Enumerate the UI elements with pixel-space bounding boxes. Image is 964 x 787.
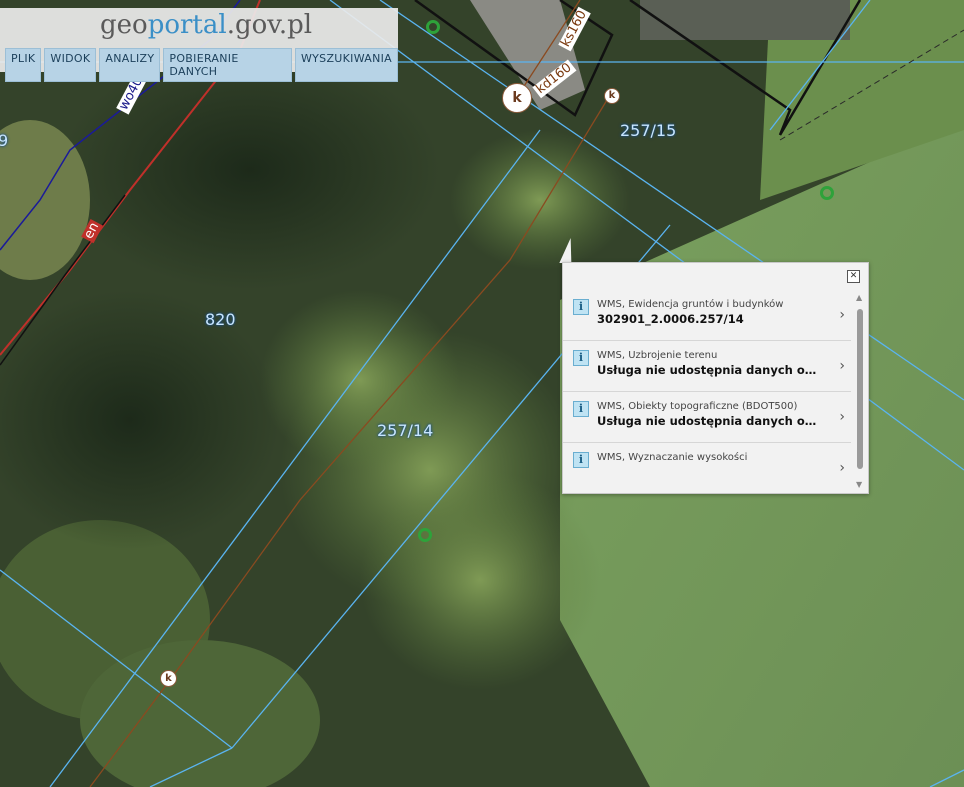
parcel-label: 257/15 bbox=[620, 121, 677, 140]
menu-pobieranie-danych[interactable]: POBIERANIE DANYCH bbox=[163, 48, 292, 82]
info-icon: i bbox=[573, 299, 589, 315]
menu-analizy[interactable]: ANALIZY bbox=[99, 48, 161, 82]
parcel-label: 820 bbox=[205, 310, 236, 329]
k-marker: k bbox=[604, 88, 620, 104]
k-marker: k bbox=[502, 83, 532, 113]
scroll-down-icon[interactable]: ▼ bbox=[856, 480, 862, 489]
tree-canopy bbox=[260, 290, 460, 470]
result-source: WMS, Obiekty topograficzne (BDOT500) bbox=[597, 401, 798, 412]
result-item[interactable]: i WMS, Obiekty topograficzne (BDOT500) U… bbox=[563, 392, 851, 443]
chevron-right-icon[interactable]: › bbox=[839, 409, 845, 425]
feature-info-popup: ✕ i WMS, Ewidencja gruntów i budynków 30… bbox=[562, 262, 869, 494]
tree-canopy bbox=[360, 470, 600, 690]
result-item[interactable]: i WMS, Wyznaczanie wysokości › bbox=[563, 443, 851, 493]
result-source: WMS, Uzbrojenie terenu bbox=[597, 350, 718, 361]
main-menu: PLIK WIDOK ANALIZY POBIERANIE DANYCH WYS… bbox=[5, 48, 398, 82]
menu-widok[interactable]: WIDOK bbox=[44, 48, 97, 82]
result-item[interactable]: i WMS, Uzbrojenie terenu Usługa nie udos… bbox=[563, 341, 851, 392]
tree-marker bbox=[418, 528, 432, 542]
chevron-right-icon[interactable]: › bbox=[839, 307, 845, 323]
menu-plik[interactable]: PLIK bbox=[5, 48, 42, 82]
chevron-right-icon[interactable]: › bbox=[839, 358, 845, 374]
popup-scrollbar[interactable]: ▲ ▼ bbox=[855, 293, 865, 489]
result-source: WMS, Wyznaczanie wysokości bbox=[597, 452, 748, 463]
info-icon: i bbox=[573, 350, 589, 366]
result-item[interactable]: i WMS, Ewidencja gruntów i budynków 3029… bbox=[563, 290, 851, 341]
scroll-up-icon[interactable]: ▲ bbox=[856, 293, 862, 302]
shadow bbox=[60, 50, 440, 290]
geoportal-logo[interactable]: geoportal.gov.pl bbox=[100, 10, 312, 40]
result-value: 302901_2.0006.257/14 bbox=[597, 312, 744, 326]
tree-marker bbox=[426, 20, 440, 34]
menu-wyszukiwania[interactable]: WYSZUKIWANIA bbox=[294, 48, 398, 82]
result-value: Usługa nie udostępnia danych opi... bbox=[597, 414, 822, 428]
result-list: i WMS, Ewidencja gruntów i budynków 3029… bbox=[563, 290, 851, 493]
close-icon[interactable]: ✕ bbox=[847, 270, 860, 283]
tree-marker bbox=[820, 186, 834, 200]
result-source: WMS, Ewidencja gruntów i budynków bbox=[597, 299, 784, 310]
k-marker: k bbox=[160, 670, 177, 687]
info-icon: i bbox=[573, 452, 589, 468]
result-value: Usługa nie udostępnia danych opi... bbox=[597, 363, 822, 377]
building-top bbox=[640, 0, 850, 40]
parcel-label: 257/14 bbox=[377, 421, 434, 440]
parcel-label: 9 bbox=[0, 131, 9, 150]
chevron-right-icon[interactable]: › bbox=[839, 460, 845, 476]
app-header: geoportal.gov.pl PLIK WIDOK ANALIZY POBI… bbox=[0, 8, 398, 82]
info-icon: i bbox=[573, 401, 589, 417]
tree-canopy bbox=[450, 130, 630, 270]
scroll-thumb[interactable] bbox=[857, 309, 863, 469]
